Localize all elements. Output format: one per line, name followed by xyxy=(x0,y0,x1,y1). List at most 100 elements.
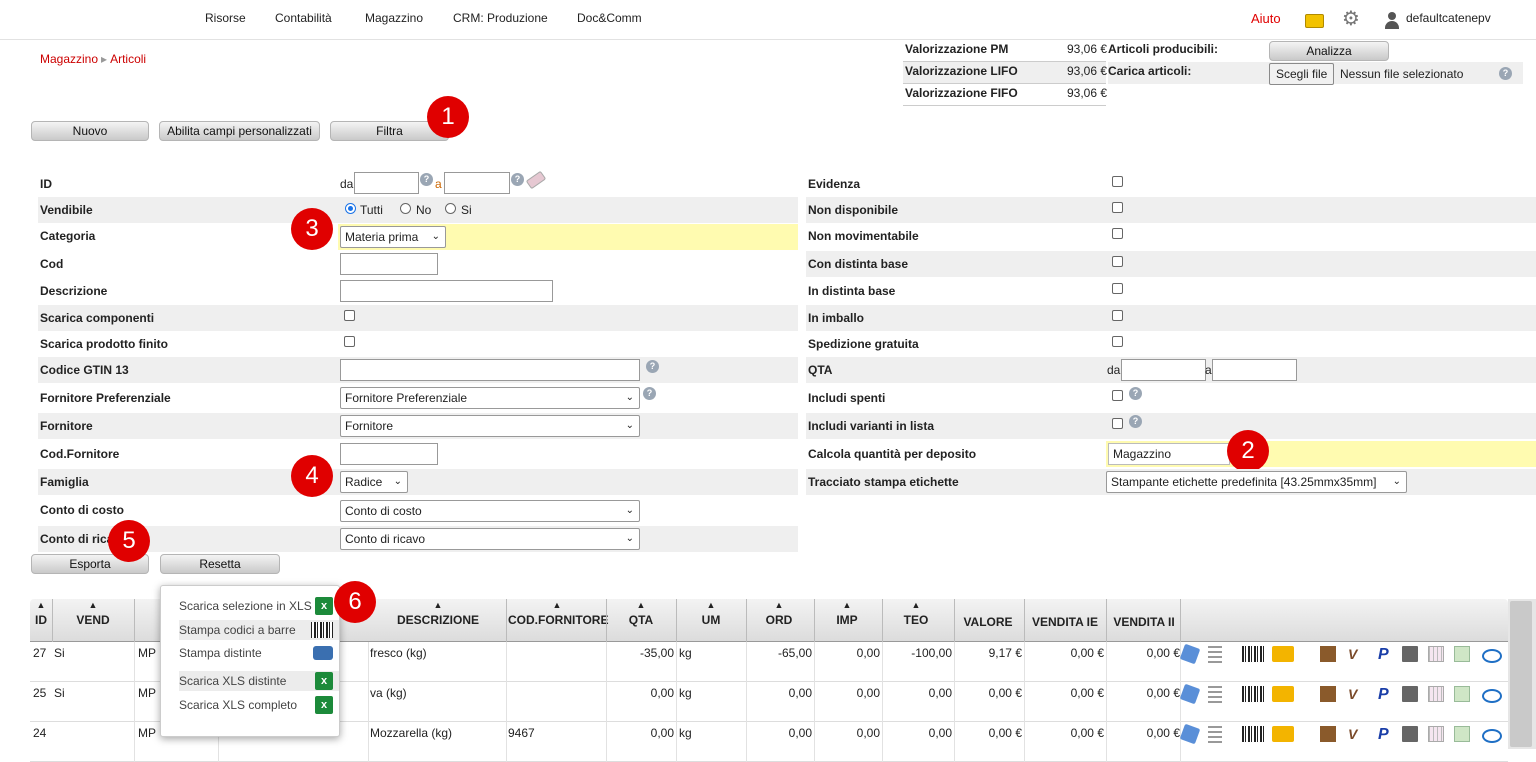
pencil-icon[interactable] xyxy=(1179,723,1201,745)
description-input[interactable] xyxy=(340,280,553,302)
in-bom-checkbox[interactable] xyxy=(1112,283,1123,294)
copy-icon[interactable] xyxy=(1454,646,1470,662)
copy-icon[interactable] xyxy=(1454,686,1470,702)
menu-export-bom-xls[interactable]: Scarica XLS distinte x xyxy=(179,671,339,691)
header-cod-fornitore[interactable]: ▲ COD.FORNITORE xyxy=(508,601,608,628)
help-link[interactable]: Aiuto xyxy=(1251,11,1281,26)
grid-icon[interactable] xyxy=(1428,686,1444,702)
folder-icon[interactable] xyxy=(1272,646,1294,662)
box-icon[interactable] xyxy=(1320,646,1336,662)
sellable-no-radio[interactable] xyxy=(400,203,411,214)
bars-icon[interactable] xyxy=(1208,686,1222,704)
eye-icon[interactable] xyxy=(1482,729,1502,743)
pencil-icon[interactable] xyxy=(1179,683,1201,705)
table-scrollbar[interactable] xyxy=(1508,599,1536,749)
header-teo[interactable]: ▲ TEO xyxy=(886,601,946,628)
grid-icon[interactable] xyxy=(1428,726,1444,742)
barcode-icon[interactable] xyxy=(1242,726,1264,742)
help-icon[interactable]: ? xyxy=(511,173,524,186)
deposit-input[interactable]: Magazzino xyxy=(1108,443,1230,465)
qty-from-input[interactable] xyxy=(1121,359,1206,381)
menu-print-barcodes[interactable]: Stampa codici a barre xyxy=(179,620,339,640)
sellable-all-radio[interactable] xyxy=(345,203,356,214)
id-to-input[interactable] xyxy=(444,172,510,194)
pref-supplier-select[interactable]: Fornitore Preferenziale ⌄ xyxy=(340,387,640,409)
user-icon[interactable] xyxy=(1384,12,1400,29)
custom-fields-button[interactable]: Abilita campi personalizzati xyxy=(159,121,320,141)
eraser-icon[interactable] xyxy=(525,170,547,190)
with-bom-checkbox[interactable] xyxy=(1112,256,1123,267)
highlight-checkbox[interactable] xyxy=(1112,176,1123,187)
notes-icon[interactable] xyxy=(1305,14,1324,28)
bars-icon[interactable] xyxy=(1208,646,1222,664)
paypal-icon[interactable]: P xyxy=(1378,686,1392,703)
analyze-button[interactable]: Analizza xyxy=(1269,41,1389,61)
help-icon[interactable]: ? xyxy=(1499,67,1512,80)
choose-file-button[interactable]: Scegli file xyxy=(1269,63,1335,85)
help-icon[interactable]: ? xyxy=(420,173,433,186)
in-packaging-checkbox[interactable] xyxy=(1112,310,1123,321)
v-icon[interactable]: V xyxy=(1348,686,1362,702)
nav-crm-produzione[interactable]: CRM: Produzione xyxy=(453,11,548,25)
unload-components-checkbox[interactable] xyxy=(344,310,355,321)
include-variants-checkbox[interactable] xyxy=(1112,418,1123,429)
pencil-icon[interactable] xyxy=(1179,643,1201,665)
document-icon[interactable] xyxy=(1402,726,1418,742)
paypal-icon[interactable]: P xyxy=(1378,726,1392,743)
barcode-icon[interactable] xyxy=(1242,686,1264,702)
label-layout-select[interactable]: Stampante etichette predefinita [43.25mm… xyxy=(1106,471,1407,493)
gtin-input[interactable] xyxy=(340,359,640,381)
gear-icon[interactable]: ⚙ xyxy=(1342,9,1360,29)
help-icon[interactable]: ? xyxy=(1129,387,1142,400)
menu-print-bom[interactable]: Stampa distinte xyxy=(179,643,339,663)
menu-export-complete-xls[interactable]: Scarica XLS completo x xyxy=(179,695,339,715)
barcode-icon[interactable] xyxy=(1242,646,1264,662)
folder-icon[interactable] xyxy=(1272,726,1294,742)
nav-risorse[interactable]: Risorse xyxy=(205,11,246,25)
nav-doc-comm[interactable]: Doc&Comm xyxy=(577,11,642,25)
category-select[interactable]: Materia prima ⌄ xyxy=(340,226,446,248)
unload-finished-checkbox[interactable] xyxy=(344,336,355,347)
folder-icon[interactable] xyxy=(1272,686,1294,702)
grid-icon[interactable] xyxy=(1428,646,1444,662)
document-icon[interactable] xyxy=(1402,686,1418,702)
non-movable-checkbox[interactable] xyxy=(1112,228,1123,239)
id-from-input[interactable] xyxy=(354,172,419,194)
copy-icon[interactable] xyxy=(1454,726,1470,742)
document-icon[interactable] xyxy=(1402,646,1418,662)
eye-icon[interactable] xyxy=(1482,689,1502,703)
sellable-yes-radio[interactable] xyxy=(445,203,456,214)
help-icon[interactable]: ? xyxy=(643,387,656,400)
cod-input[interactable] xyxy=(340,253,438,275)
scrollbar-thumb[interactable] xyxy=(1510,601,1532,747)
free-shipping-checkbox[interactable] xyxy=(1112,336,1123,347)
header-qta[interactable]: ▲ QTA xyxy=(610,601,672,628)
breadcrumb-magazzino[interactable]: Magazzino xyxy=(40,52,98,66)
header-imp[interactable]: ▲ IMP xyxy=(816,601,878,628)
include-off-checkbox[interactable] xyxy=(1112,390,1123,401)
paypal-icon[interactable]: P xyxy=(1378,646,1392,663)
unavailable-checkbox[interactable] xyxy=(1112,202,1123,213)
supplier-select[interactable]: Fornitore ⌄ xyxy=(340,415,640,437)
nav-magazzino[interactable]: Magazzino xyxy=(365,11,423,25)
username[interactable]: defaultcatenepv xyxy=(1406,11,1491,25)
box-icon[interactable] xyxy=(1320,686,1336,702)
reset-button[interactable]: Resetta xyxy=(160,554,280,574)
header-descrizione[interactable]: ▲ DESCRIZIONE xyxy=(368,601,508,628)
v-icon[interactable]: V xyxy=(1348,646,1362,662)
revenue-account-select[interactable]: Conto di ricavo ⌄ xyxy=(340,528,640,550)
menu-export-selection-xls[interactable]: Scarica selezione in XLS x xyxy=(179,596,339,616)
header-ord[interactable]: ▲ ORD xyxy=(748,601,810,628)
cost-account-select[interactable]: Conto di costo ⌄ xyxy=(340,500,640,522)
header-vend[interactable]: ▲ VEND xyxy=(58,601,128,628)
bars-icon[interactable] xyxy=(1208,726,1222,744)
help-icon[interactable]: ? xyxy=(646,360,659,373)
help-icon[interactable]: ? xyxy=(1129,415,1142,428)
header-um[interactable]: ▲ UM xyxy=(680,601,742,628)
nav-contabilita[interactable]: Contabilità xyxy=(275,11,332,25)
breadcrumb-articoli[interactable]: Articoli xyxy=(110,52,146,66)
family-select[interactable]: Radice ⌄ xyxy=(340,471,408,493)
v-icon[interactable]: V xyxy=(1348,726,1362,742)
supplier-code-input[interactable] xyxy=(340,443,438,465)
header-id[interactable]: ▲ ID xyxy=(34,601,48,628)
